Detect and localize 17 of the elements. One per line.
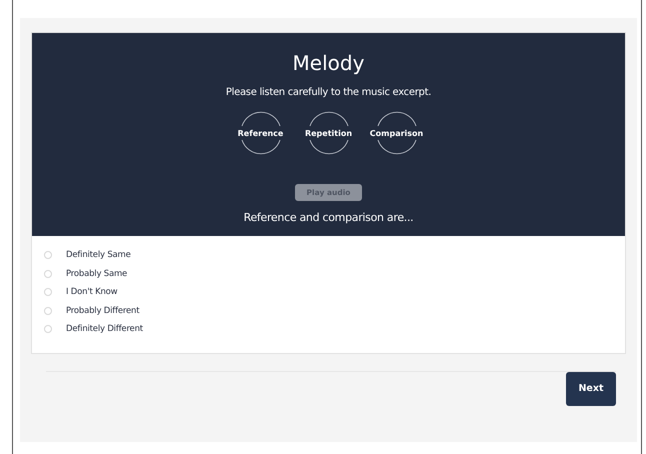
option-label[interactable]: Definitely Different [66,324,143,334]
option-label[interactable]: Probably Same [66,268,128,279]
question-text: Reference and comparison are... [244,211,414,224]
option-label[interactable]: I Don't Know [66,287,118,298]
radio-button[interactable] [44,270,52,278]
radio-button[interactable] [44,288,52,296]
radio-button[interactable] [44,251,52,260]
title: Melody [292,51,364,75]
stimulus-label: Repetition [304,128,352,138]
radio-button[interactable] [44,306,52,315]
stimulus-label: Comparison [370,128,424,138]
instruction-text: Please listen carefully to the music excerpt. [226,87,432,98]
option-label[interactable]: Probably Different [66,306,140,316]
option-label[interactable]: Definitely Same [66,250,131,260]
radio-button[interactable] [44,325,52,334]
stimulus-label: Reference [238,128,284,138]
next-button[interactable]: Next [566,372,616,406]
